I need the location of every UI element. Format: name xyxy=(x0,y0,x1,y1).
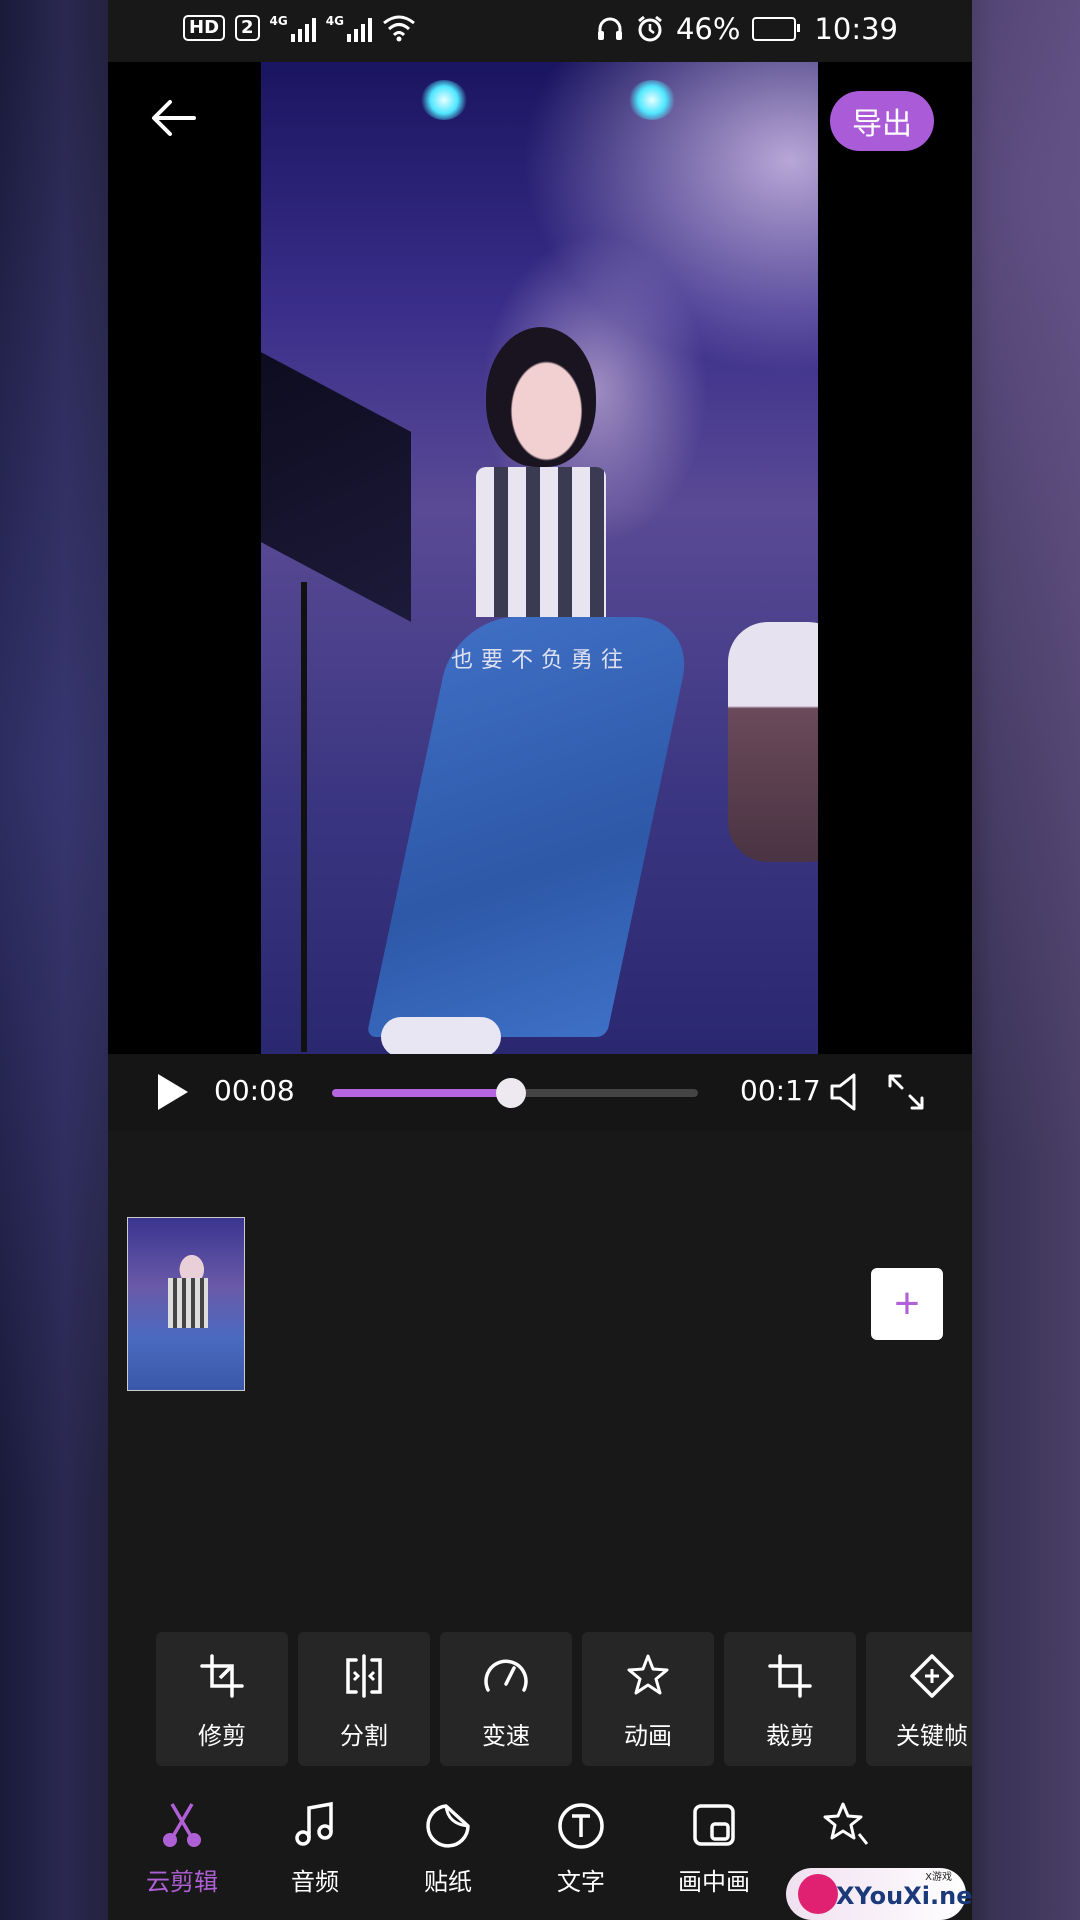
nav-label: 贴纸 xyxy=(424,1868,472,1896)
app-screen: HD 2 4G 4G 46% 10:39 也要不负勇往 导出 00:08 00:… xyxy=(108,0,972,1920)
nav-label: 文字 xyxy=(557,1868,605,1896)
signal-icon: 4G xyxy=(270,14,316,42)
network-type: 4G xyxy=(269,14,288,28)
timeline-area: + xyxy=(108,1132,972,1622)
battery-icon xyxy=(752,17,801,41)
tool-animation[interactable]: 动画 xyxy=(582,1632,714,1766)
playback-controls: 00:08 00:17 xyxy=(108,1054,972,1130)
battery-percent: 46% xyxy=(675,12,741,46)
alarm-icon xyxy=(638,15,662,42)
watermark: X游戏 XYouXi.net xyxy=(786,1868,972,1920)
effects-icon xyxy=(823,1802,869,1845)
progress-thumb[interactable] xyxy=(496,1078,527,1108)
volume-icon[interactable] xyxy=(828,1070,868,1114)
nav-label: 音频 xyxy=(291,1868,339,1896)
tool-label: 动画 xyxy=(624,1722,672,1750)
animation-icon xyxy=(627,1654,669,1695)
network-type-2: 4G xyxy=(325,14,344,28)
music-stand-pole xyxy=(301,582,307,1052)
speed-icon xyxy=(484,1659,528,1692)
video-subtitle: 也要不负勇往 xyxy=(451,648,632,673)
tool-label: 变速 xyxy=(482,1722,530,1750)
hd-badge: HD xyxy=(183,15,226,41)
watermark-logo xyxy=(798,1874,838,1914)
video-preview[interactable]: 也要不负勇往 导出 xyxy=(108,62,972,1054)
back-arrow-icon[interactable] xyxy=(146,90,202,146)
tool-trim[interactable]: 修剪 xyxy=(156,1632,288,1766)
tool-speed[interactable]: 变速 xyxy=(440,1632,572,1766)
edit-tools-row: 修剪 分割 变速 动画 裁剪 关键帧 xyxy=(156,1632,972,1766)
music-stand xyxy=(261,352,411,622)
nav-item-sticker[interactable]: 贴纸 xyxy=(388,1790,508,1920)
watermark-small-text: X游戏 xyxy=(925,1872,952,1883)
play-icon[interactable] xyxy=(152,1070,192,1114)
stage-light xyxy=(421,80,467,120)
nav-item-text[interactable]: 文字 xyxy=(521,1790,641,1920)
watermark-text: XYouXi.net xyxy=(836,1882,972,1910)
wifi-icon xyxy=(383,15,415,42)
add-clip-button[interactable]: + xyxy=(871,1268,943,1340)
nav-label: 云剪辑 xyxy=(146,1868,218,1896)
crop-icon xyxy=(768,1654,812,1698)
clock: 10:39 xyxy=(814,12,898,46)
nav-item-cloud-edit[interactable]: 云剪辑 xyxy=(122,1790,242,1920)
headphones-icon xyxy=(597,17,622,40)
status-bar: HD 2 4G 4G 46% 10:39 xyxy=(108,0,972,62)
sim-badge: 2 xyxy=(235,15,260,41)
video-frame: 也要不负勇往 xyxy=(261,62,818,1054)
stage-light xyxy=(629,80,675,120)
fullscreen-icon[interactable] xyxy=(884,1070,928,1114)
tool-label: 分割 xyxy=(340,1722,388,1750)
sticker-icon xyxy=(426,1804,470,1848)
tool-label: 修剪 xyxy=(198,1722,246,1750)
guitarist xyxy=(728,622,818,862)
pip-icon xyxy=(693,1804,735,1846)
singer xyxy=(366,327,696,1054)
scissors-icon xyxy=(163,1803,201,1847)
total-time: 00:17 xyxy=(740,1074,821,1107)
export-button[interactable]: 导出 xyxy=(830,91,934,151)
progress-fill xyxy=(332,1089,512,1097)
split-icon xyxy=(346,1654,382,1698)
tool-keyframe[interactable]: 关键帧 xyxy=(866,1632,972,1766)
progress-slider[interactable] xyxy=(332,1078,698,1108)
tool-crop[interactable]: 裁剪 xyxy=(724,1632,856,1766)
tool-label: 裁剪 xyxy=(766,1722,814,1750)
trim-icon xyxy=(200,1654,244,1698)
tool-split[interactable]: 分割 xyxy=(298,1632,430,1766)
current-time: 00:08 xyxy=(214,1074,295,1107)
text-icon xyxy=(558,1803,604,1849)
nav-item-pip[interactable]: 画中画 xyxy=(654,1790,774,1920)
nav-label: 画中画 xyxy=(678,1868,750,1896)
tool-label: 关键帧 xyxy=(896,1722,968,1750)
keyframe-icon xyxy=(910,1654,954,1698)
music-icon xyxy=(295,1801,333,1846)
signal-icon-2: 4G xyxy=(326,14,372,42)
nav-item-audio[interactable]: 音频 xyxy=(255,1790,375,1920)
video-clip-thumbnail[interactable] xyxy=(127,1217,245,1391)
